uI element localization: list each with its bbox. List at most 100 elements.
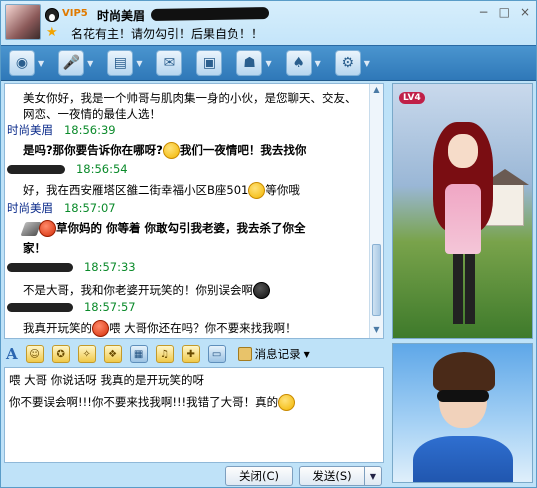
avatar-figure-face <box>448 134 478 168</box>
gift-icon[interactable]: ❖ <box>103 345 122 363</box>
redacted-sender <box>7 263 73 272</box>
star-icon: ★ <box>46 25 58 40</box>
chevron-down-icon[interactable]: ▼ <box>265 59 271 68</box>
voice-button[interactable]: 🎤 ▼ <box>58 50 93 76</box>
contact-nickname: 时尚美眉 <box>97 9 146 23</box>
history-icon <box>237 347 252 361</box>
contact-show-image: LV4 <box>392 83 533 339</box>
love-emoji-icon <box>248 182 266 199</box>
message-header: 时尚美眉 18:56:39 <box>7 122 116 138</box>
wink-emoji-icon <box>162 142 180 159</box>
redacted-sender <box>7 165 65 174</box>
input-text-line: 喂 大哥 你说话呀 我真的是开玩笑的呀 <box>9 373 204 387</box>
angry-emoji-icon <box>92 320 109 337</box>
email-icon: ✉ <box>156 50 183 76</box>
chevron-down-icon[interactable]: ▼ <box>304 350 310 359</box>
maximize-button[interactable]: □ <box>499 5 510 19</box>
message-text-part: 草你妈的 你等着 你敢勾引我老婆，我去杀了你全 <box>56 221 306 235</box>
apps-button[interactable]: ☗ ▼ <box>236 50 272 76</box>
penguin-emoji-icon <box>253 282 270 299</box>
chevron-down-icon[interactable]: ▼ <box>87 59 93 68</box>
message-history-button[interactable]: 消息记录 ▼ <box>237 346 310 362</box>
contact-signature: 名花有主！请勿勾引！后果自负！！ <box>71 27 264 41</box>
chat-scrollbar[interactable]: ▲ ▼ <box>369 84 383 338</box>
nudge-icon[interactable]: ✧ <box>77 345 96 363</box>
close-button[interactable]: 关闭(C) <box>225 466 293 486</box>
sms-button[interactable]: ▣ <box>196 50 223 76</box>
sender-name: 时尚美眉 <box>7 201 53 215</box>
webcam-button[interactable]: ◉ ▼ <box>9 50 44 76</box>
message-input[interactable]: 喂 大哥 你说话呀 我真的是开玩笑的呀 你不要误会啊!!!你不要来找我啊!!!我… <box>4 367 384 463</box>
message-text-part: 好，我在西安雁塔区雒二街幸福小区B座501 <box>23 183 249 197</box>
redacted-sender <box>7 303 73 312</box>
message-text: 草你妈的 你等着 你敢勾引我老婆，我去杀了你全 <box>20 220 306 237</box>
crying-emoji-icon <box>278 394 296 411</box>
avatar-figure-hair <box>433 352 495 392</box>
message-time: 18:56:39 <box>63 123 116 137</box>
microphone-icon: 🎤 <box>58 50 85 76</box>
screenshot-icon[interactable]: ▭ <box>207 345 226 363</box>
emoji-icon[interactable]: ☺ <box>25 345 44 363</box>
chat-window: VIP5 时尚美眉 ★ 名花有主！请勿勾引！后果自负！！ − □ × ◉ ▼ 🎤 ▼… <box>0 0 537 488</box>
magic-emoji-icon[interactable]: ✪ <box>51 345 70 363</box>
title-bar: VIP5 时尚美眉 ★ 名花有主！请勿勾引！后果自负！！ − □ × <box>1 1 536 45</box>
image-icon[interactable]: ▦ <box>129 345 148 363</box>
message-time: 18:57:57 <box>83 300 136 314</box>
message-text-part: 是吗?那你要告诉你在哪呀? <box>23 143 163 157</box>
message-text-part: 等你哦 <box>265 183 300 197</box>
message-text: 不是大哥，我和你老婆开玩笑的！你别误会啊 <box>23 282 270 299</box>
chevron-down-icon[interactable]: ▼ <box>364 59 370 68</box>
sender-name: 时尚美眉 <box>7 123 53 137</box>
close-window-button[interactable]: × <box>520 5 530 19</box>
message-text-part: 喂 大哥你还在吗？你不要来找我啊！ <box>109 321 297 335</box>
message-time: 18:57:07 <box>63 201 116 215</box>
message-header: 18:57:57 <box>7 300 136 314</box>
redaction-mark <box>150 6 270 22</box>
qq-penguin-icon <box>45 8 59 22</box>
minimize-button[interactable]: − <box>479 5 489 19</box>
email-button[interactable]: ✉ <box>156 50 183 76</box>
scrollbar-thumb[interactable] <box>372 244 381 316</box>
message-text-part: 不是大哥，我和你老婆开玩笑的！你别误会啊 <box>23 283 253 297</box>
message-text: 我真开玩笑的 喂 大哥你还在吗？你不要来找我啊！ <box>23 320 297 337</box>
scroll-up-icon[interactable]: ▲ <box>371 85 382 97</box>
send-options-chevron-icon[interactable]: ▼ <box>364 466 382 486</box>
send-button[interactable]: 发送(S) <box>299 466 365 486</box>
settings-icon: ⚙ <box>334 50 361 76</box>
chevron-down-icon[interactable]: ▼ <box>136 59 142 68</box>
avatar-figure-dress <box>445 184 481 254</box>
message-time: 18:57:33 <box>83 260 136 274</box>
input-text-part: 你不要误会啊!!!你不要来找我啊!!!我错了大哥！真的 <box>9 395 279 409</box>
present-icon[interactable]: ✚ <box>181 345 200 363</box>
main-toolbar: ◉ ▼ 🎤 ▼ ▤ ▼ ✉ ▣ ☗ ▼ ♠ ▼ ⚙ ▼ <box>1 45 536 81</box>
chevron-down-icon[interactable]: ▼ <box>38 59 44 68</box>
avatar-figure-glasses <box>437 390 489 402</box>
message-text-part: 我真开玩笑的 <box>23 321 92 335</box>
font-button[interactable]: A <box>6 345 18 363</box>
input-text-line: 你不要误会啊!!!你不要来找我啊!!!我错了大哥！真的 <box>9 394 296 411</box>
message-header: 时尚美眉 18:57:07 <box>7 200 116 216</box>
music-icon[interactable]: ♫ <box>155 345 174 363</box>
window-controls: − □ × <box>479 5 530 19</box>
avatar-figure-legs <box>453 254 475 324</box>
webcam-icon: ◉ <box>9 50 35 76</box>
chevron-down-icon[interactable]: ▼ <box>315 59 321 68</box>
game-icon: ♠ <box>285 50 312 76</box>
angry-emoji-icon <box>39 220 56 237</box>
message-time: 18:56:54 <box>75 162 128 176</box>
scroll-down-icon[interactable]: ▼ <box>371 325 382 337</box>
my-show-image <box>392 343 533 483</box>
message-text: 美女你好，我是一个帅哥与肌肉集一身的小伙，是您聊天、交友、 <box>23 91 357 105</box>
message-text: 是吗?那你要告诉你在哪呀? 我们一夜情吧！我去找你 <box>23 142 306 159</box>
file-button[interactable]: ▤ ▼ <box>107 50 142 76</box>
message-text: 好，我在西安雁塔区雒二街幸福小区B座501 等你哦 <box>23 182 300 199</box>
game-button[interactable]: ♠ ▼ <box>285 50 321 76</box>
level-badge: LV4 <box>399 92 425 104</box>
avatar[interactable] <box>5 4 41 40</box>
message-text-part: 我们一夜情吧！我去找你 <box>179 143 307 157</box>
chat-history[interactable]: 美女你好，我是一个帅哥与肌肉集一身的小伙，是您聊天、交友、 网恋、一夜情的最佳人… <box>4 83 384 339</box>
input-toolbar: A ☺ ✪ ✧ ❖ ▦ ♫ ✚ ▭ 消息记录 ▼ <box>4 342 384 366</box>
app-icon: ☗ <box>236 50 263 76</box>
settings-button[interactable]: ⚙ ▼ <box>334 50 370 76</box>
message-text: 网恋、一夜情的最佳人选！ <box>23 107 161 121</box>
